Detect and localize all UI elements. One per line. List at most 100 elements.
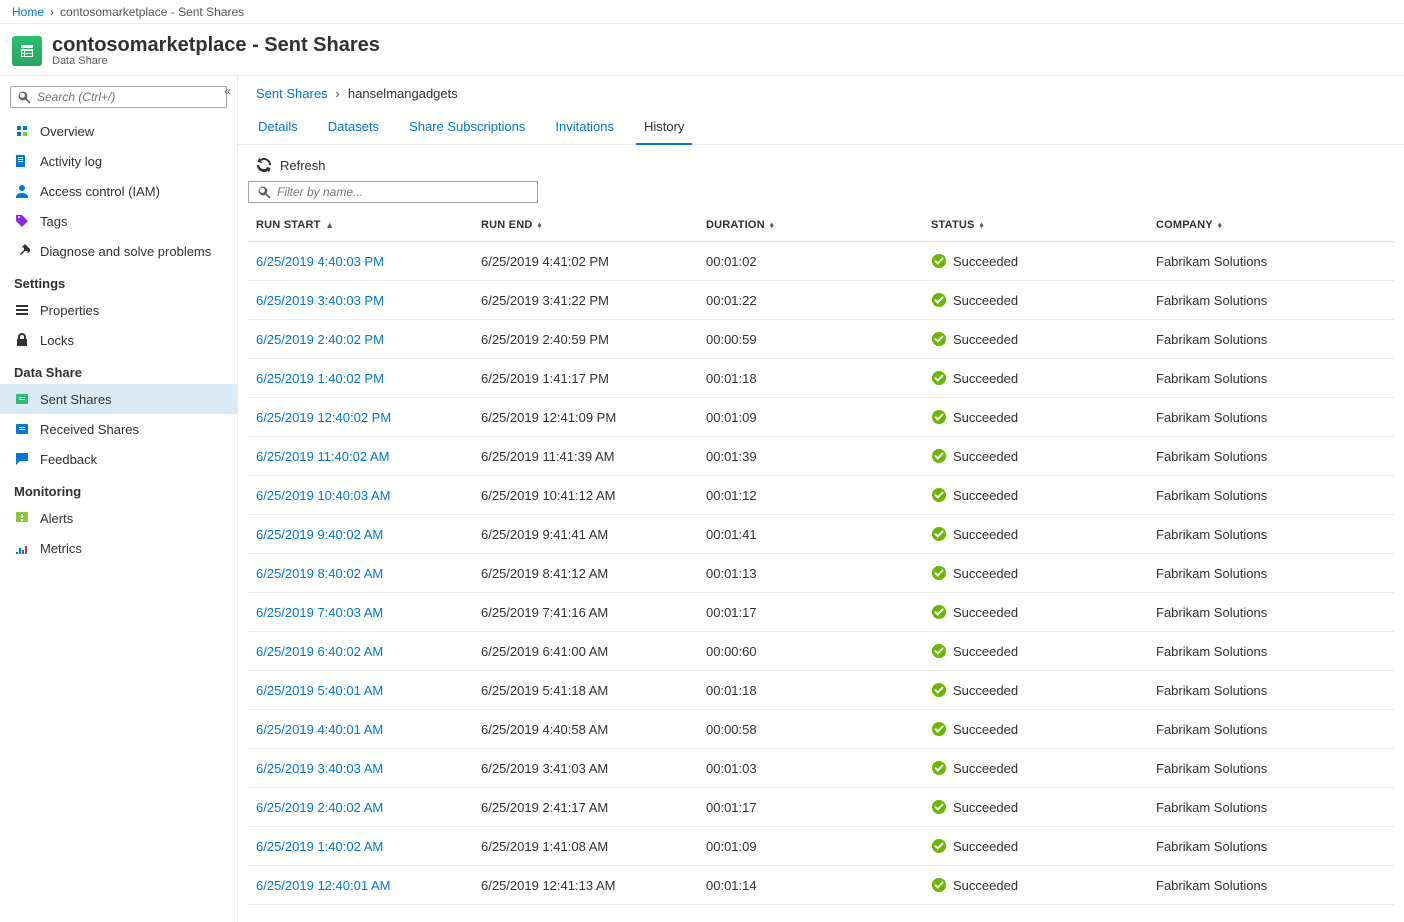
tab-history[interactable]: History [642,113,686,144]
table-row: 6/25/2019 2:40:02 AM6/25/2019 2:41:17 AM… [248,788,1394,827]
table-row: 6/25/2019 4:40:01 AM6/25/2019 4:40:58 AM… [248,710,1394,749]
refresh-label: Refresh [280,158,326,173]
status-text: Succeeded [953,839,1018,854]
nav-item-tags[interactable]: Tags [0,206,237,236]
success-icon [931,877,947,893]
col-run-end[interactable]: RUN END ♦ [473,209,698,242]
col-status[interactable]: STATUS ♦ [923,209,1148,242]
nav-item-metrics[interactable]: Metrics [0,533,237,563]
nav-search-input[interactable] [31,90,220,104]
run-start-link[interactable]: 6/25/2019 7:40:03 AM [248,593,473,632]
run-start-link[interactable]: 6/25/2019 1:40:02 AM [248,827,473,866]
duration-value: 00:00:60 [698,632,923,671]
table-row: 6/25/2019 1:40:02 AM6/25/2019 1:41:08 AM… [248,827,1394,866]
success-icon [931,838,947,854]
run-end-value: 6/25/2019 4:41:02 PM [473,242,698,281]
duration-value: 00:01:03 [698,749,923,788]
run-start-link[interactable]: 6/25/2019 8:40:02 AM [248,554,473,593]
tab-invitations[interactable]: Invitations [553,113,616,144]
duration-value: 00:01:09 [698,398,923,437]
status-cell: Succeeded [923,866,1148,905]
run-start-link[interactable]: 6/25/2019 3:40:03 AM [248,749,473,788]
nav-item-overview[interactable]: Overview [0,116,237,146]
status-cell: Succeeded [923,476,1148,515]
nav-item-received[interactable]: Received Shares [0,414,237,444]
filter-box[interactable] [248,181,538,203]
status-cell: Succeeded [923,320,1148,359]
run-start-link[interactable]: 6/25/2019 12:40:02 PM [248,398,473,437]
breadcrumb-home[interactable]: Home [12,0,44,24]
col-run-start[interactable]: RUN START ▲ [248,209,473,242]
run-end-value: 6/25/2019 12:41:09 PM [473,398,698,437]
run-start-link[interactable]: 6/25/2019 2:40:02 AM [248,788,473,827]
page-title: contosomarketplace - Sent Shares [52,34,380,57]
chevron-right-icon: › [50,0,54,24]
content-breadcrumb: Sent Shares › hanselmangadgets [238,76,1404,105]
nav-label: Locks [40,333,74,348]
success-icon [931,682,947,698]
success-icon [931,799,947,815]
nav-item-sent[interactable]: Sent Shares [0,384,237,414]
table-row: 6/25/2019 3:40:03 AM6/25/2019 3:41:03 AM… [248,749,1394,788]
nav-item-alerts[interactable]: Alerts [0,503,237,533]
nav-item-iam[interactable]: Access control (IAM) [0,176,237,206]
run-start-link[interactable]: 6/25/2019 5:40:01 AM [248,671,473,710]
success-icon [931,604,947,620]
tab-details[interactable]: Details [256,113,300,144]
nav-header-settings: Settings [0,266,237,295]
col-company[interactable]: COMPANY ♦ [1148,209,1394,242]
status-text: Succeeded [953,488,1018,503]
run-start-link[interactable]: 6/25/2019 2:40:02 PM [248,320,473,359]
run-start-link[interactable]: 6/25/2019 9:40:02 AM [248,515,473,554]
table-row: 6/25/2019 1:40:02 PM6/25/2019 1:41:17 PM… [248,359,1394,398]
nav-label: Diagnose and solve problems [40,244,211,259]
success-icon [931,487,947,503]
nav-item-activity[interactable]: Activity log [0,146,237,176]
run-start-link[interactable]: 6/25/2019 6:40:02 AM [248,632,473,671]
nav-item-properties[interactable]: Properties [0,295,237,325]
nav-search[interactable] [10,86,227,108]
refresh-button[interactable]: Refresh [256,157,326,173]
title-bar: contosomarketplace - Sent Shares Data Sh… [0,24,1404,76]
success-icon [931,565,947,581]
run-start-link[interactable]: 6/25/2019 4:40:03 PM [248,242,473,281]
filter-input[interactable] [271,185,529,199]
sort-icon: ♦ [1213,220,1223,230]
duration-value: 00:01:12 [698,476,923,515]
run-start-link[interactable]: 6/25/2019 4:40:01 AM [248,710,473,749]
nav-label: Alerts [40,511,73,526]
tab-subs[interactable]: Share Subscriptions [407,113,527,144]
content-breadcrumb-root[interactable]: Sent Shares [256,86,328,101]
nav-label: Tags [40,214,67,229]
company-value: Fabrikam Solutions [1148,788,1394,827]
success-icon [931,409,947,425]
status-text: Succeeded [953,527,1018,542]
run-start-link[interactable]: 6/25/2019 12:40:01 AM [248,866,473,905]
success-icon [931,331,947,347]
run-start-link[interactable]: 6/25/2019 1:40:02 PM [248,359,473,398]
duration-value: 00:01:22 [698,281,923,320]
tab-datasets[interactable]: Datasets [326,113,381,144]
run-start-link[interactable]: 6/25/2019 11:40:02 AM [248,437,473,476]
nav-label: Activity log [40,154,102,169]
success-icon [931,643,947,659]
col-duration[interactable]: DURATION ♦ [698,209,923,242]
sort-asc-icon: ▲ [321,220,335,230]
status-text: Succeeded [953,410,1018,425]
success-icon [931,760,947,776]
nav-item-diagnose[interactable]: Diagnose and solve problems [0,236,237,266]
table-row: 6/25/2019 3:40:03 PM6/25/2019 3:41:22 PM… [248,281,1394,320]
run-start-link[interactable]: 6/25/2019 3:40:03 PM [248,281,473,320]
nav-item-feedback[interactable]: Feedback [0,444,237,474]
company-value: Fabrikam Solutions [1148,398,1394,437]
status-cell: Succeeded [923,593,1148,632]
duration-value: 00:01:02 [698,242,923,281]
run-start-link[interactable]: 6/25/2019 10:40:03 AM [248,476,473,515]
nav-header-datashare: Data Share [0,355,237,384]
company-value: Fabrikam Solutions [1148,827,1394,866]
duration-value: 00:01:13 [698,554,923,593]
nav-item-locks[interactable]: Locks [0,325,237,355]
success-icon [931,721,947,737]
collapse-nav-icon[interactable]: « [224,84,231,98]
nav-header-monitoring: Monitoring [0,474,237,503]
